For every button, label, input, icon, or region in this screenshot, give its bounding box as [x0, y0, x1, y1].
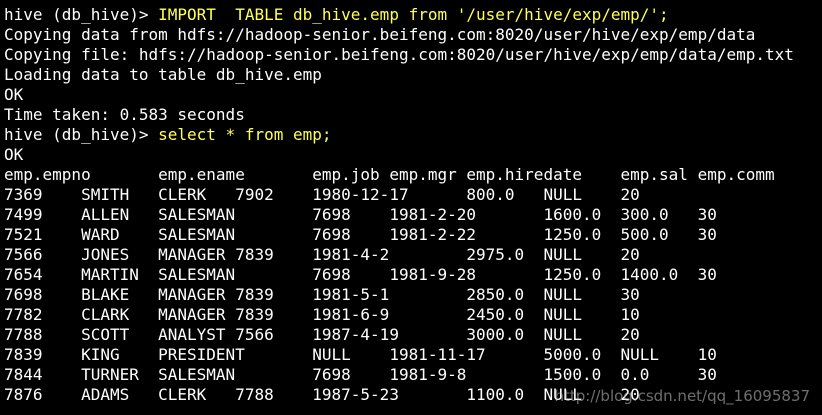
output-line: Loading data to table db_hive.emp: [4, 65, 322, 84]
output-line: Time taken: 0.583 seconds: [4, 105, 245, 124]
output-line: OK: [4, 145, 24, 164]
command-text: IMPORT TABLE db_hive.emp from '/user/hiv…: [158, 5, 669, 24]
output-line: OK: [4, 85, 24, 104]
terminal-window[interactable]: hive (db_hive)> IMPORT TABLE db_hive.emp…: [0, 0, 822, 415]
table-row: 7844 TURNER SALESMAN 7698 1981-9-8 1500.…: [4, 365, 717, 384]
output-line: Copying data from hdfs://hadoop-senior.b…: [4, 25, 756, 44]
table-row: 7782 CLARK MANAGER 7839 1981-6-9 2450.0 …: [4, 305, 640, 324]
table-row: 7566 JONES MANAGER 7839 1981-4-2 2975.0 …: [4, 245, 640, 264]
command-text: select * from emp;: [158, 125, 332, 144]
table-row: 7369 SMITH CLERK 7902 1980-12-17 800.0 N…: [4, 185, 640, 204]
table-row: 7788 SCOTT ANALYST 7566 1987-4-19 3000.0…: [4, 325, 640, 344]
table-row: 7499 ALLEN SALESMAN 7698 1981-2-20 1600.…: [4, 205, 717, 224]
output-line: Copying file: hdfs://hadoop-senior.beife…: [4, 45, 794, 64]
watermark: http://blog.csdn.net/qq_16095837: [554, 387, 810, 405]
table-header: emp.empno emp.ename emp.job emp.mgr emp.…: [4, 165, 775, 184]
prompt-line: hive (db_hive)> select * from emp;: [4, 125, 822, 145]
table-row: 7839 KING PRESIDENT NULL 1981-11-17 5000…: [4, 345, 717, 364]
prompt: hive (db_hive)>: [4, 5, 159, 24]
prompt-line: hive (db_hive)> IMPORT TABLE db_hive.emp…: [4, 5, 822, 25]
table-row: 7521 WARD SALESMAN 7698 1981-2-22 1250.0…: [4, 225, 717, 244]
table-row: 7698 BLAKE MANAGER 7839 1981-5-1 2850.0 …: [4, 285, 640, 304]
prompt: hive (db_hive)>: [4, 125, 159, 144]
table-row: 7654 MARTIN SALESMAN 7698 1981-9-28 1250…: [4, 265, 717, 284]
